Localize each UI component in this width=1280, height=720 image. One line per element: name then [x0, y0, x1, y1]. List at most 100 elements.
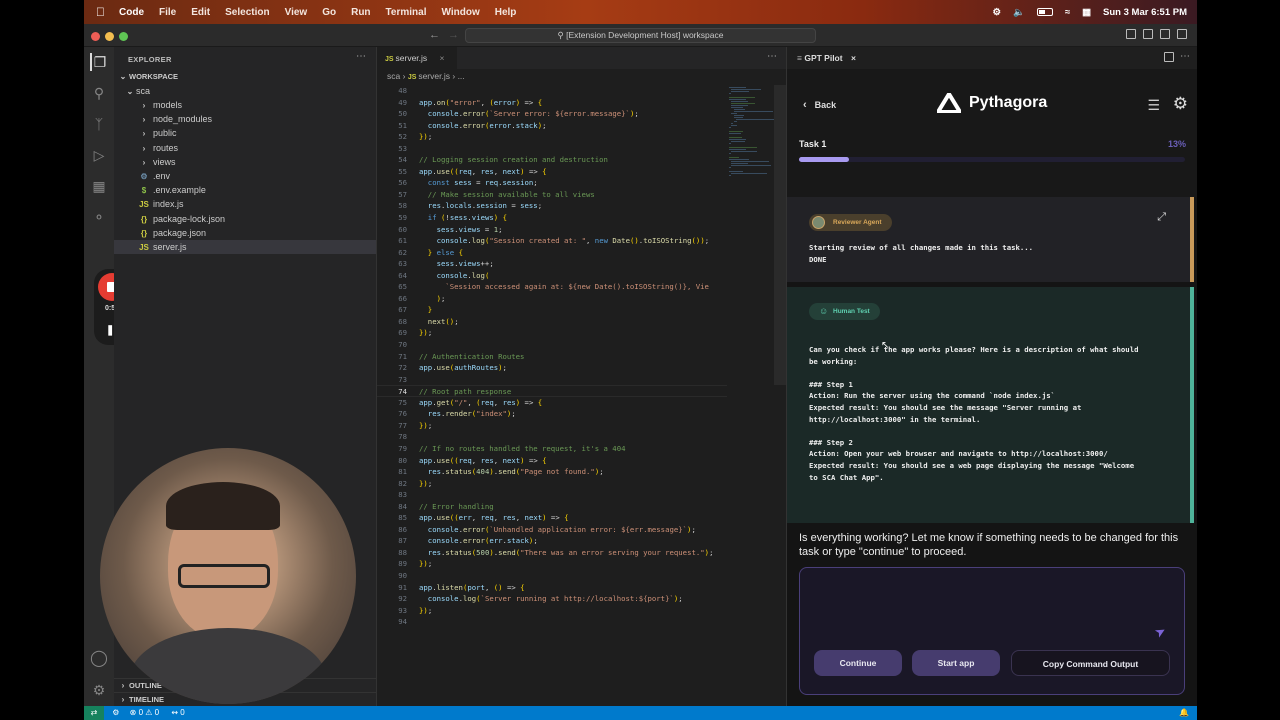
code-line[interactable]: 93}); [377, 605, 727, 617]
code-line[interactable]: 67 } [377, 304, 727, 316]
code-line[interactable]: 58 res.locals.session = sess; [377, 200, 727, 212]
code-line[interactable]: 81 res.status(404).send("Page not found.… [377, 466, 727, 478]
code-line[interactable]: 55 app.use((req, res, next) => { [377, 166, 727, 178]
code-line[interactable]: 86 console.error(`Unhandled application … [377, 524, 727, 536]
extension-host-icon[interactable]: ⚙ [112, 708, 119, 717]
apple-icon[interactable]:  [96, 5, 105, 19]
code-line[interactable]: 52}); [377, 131, 727, 143]
tab-server-js[interactable]: JS server.js × [377, 47, 457, 69]
toggle-panel-icon[interactable] [1143, 29, 1153, 39]
close-tab-icon[interactable]: × [440, 53, 445, 63]
command-center[interactable]: ⚲ [Extension Development Host] workspace [465, 28, 816, 43]
code-line[interactable]: 88 res.status(500).send("There was an er… [377, 547, 727, 559]
code-line[interactable]: 92 console.log(`Server running at http:/… [377, 593, 727, 605]
tree-folder-views[interactable]: › views [114, 155, 376, 169]
tab-gpt-pilot[interactable]: ≡ GPT Pilot × [797, 47, 856, 69]
split-editor-icon[interactable] [1164, 52, 1174, 62]
run-debug-icon[interactable]: ▷ [90, 146, 108, 164]
code-line[interactable]: 49 app.on("error", (error) => { [377, 97, 727, 109]
copy-command-output-button[interactable]: Copy Command Output [1011, 650, 1170, 676]
code-line[interactable]: 63 sess.views++; [377, 258, 727, 270]
tree-file-index-js[interactable]: JS index.js [114, 197, 376, 211]
code-line[interactable]: 66 ); [377, 293, 727, 305]
code-line[interactable]: 70 [377, 339, 727, 351]
code-line[interactable]: 87 console.error(err.stack); [377, 535, 727, 547]
menu-app-name[interactable]: Code [119, 7, 144, 18]
menu-file[interactable]: File [159, 7, 176, 18]
ports-indicator[interactable]: ↭ 0 [171, 708, 184, 717]
breadcrumb-file[interactable]: server.js [418, 71, 450, 81]
expand-icon[interactable]: ⤢ [1157, 211, 1166, 224]
manage-gear-icon[interactable]: ⚙ [90, 681, 108, 699]
code-line[interactable]: 80 app.use((req, res, next) => { [377, 455, 727, 467]
control-center-icon[interactable]: ▦ [1082, 7, 1091, 18]
back-button[interactable]: ‹ Back [803, 99, 836, 111]
toggle-secondary-sidebar-icon[interactable] [1160, 29, 1170, 39]
code-line[interactable]: 90 [377, 570, 727, 582]
code-line[interactable]: 75 app.get("/", (req, res) => { [377, 397, 727, 409]
tree-folder-routes[interactable]: › routes [114, 141, 376, 155]
menu-selection[interactable]: Selection [225, 7, 269, 18]
code-line[interactable]: 85 app.use((err, req, res, next) => { [377, 512, 727, 524]
code-line[interactable]: 68 next(); [377, 316, 727, 328]
code-line[interactable]: 56 const sess = req.session; [377, 177, 727, 189]
response-input[interactable] [808, 576, 1148, 636]
code-line[interactable]: 53 [377, 143, 727, 155]
code-line[interactable]: 73 [377, 374, 727, 386]
task-list-icon[interactable]: ☰ [1147, 97, 1160, 114]
code-line[interactable]: 79 // If no routes handled the request, i… [377, 443, 727, 455]
workspace-section[interactable]: ⌄ WORKSPACE [114, 70, 376, 84]
code-line[interactable]: 77}); [377, 420, 727, 432]
code-line[interactable]: 50 console.error(`Server error: ${error.… [377, 108, 727, 120]
back-arrow-icon[interactable]: ← [429, 29, 448, 41]
tree-folder-models[interactable]: › models [114, 98, 376, 112]
code-line[interactable]: 51 console.error(error.stack); [377, 120, 727, 132]
close-tab-icon[interactable]: × [851, 53, 856, 63]
code-line[interactable]: 62 } else { [377, 247, 727, 259]
code-line[interactable]: 54 // Logging session creation and destru… [377, 154, 727, 166]
code-line[interactable]: 64 console.log( [377, 270, 727, 282]
menu-window[interactable]: Window [441, 7, 479, 18]
code-line[interactable]: 65 `Session accessed again at: ${new Dat… [377, 281, 727, 293]
code-line[interactable]: 72 app.use(authRoutes); [377, 362, 727, 374]
customize-layout-icon[interactable] [1177, 29, 1187, 39]
menu-help[interactable]: Help [495, 7, 517, 18]
code-line[interactable]: 57 // Make session available to all view… [377, 189, 727, 201]
minimize-window-button[interactable] [105, 32, 114, 41]
continue-button[interactable]: Continue [814, 650, 902, 676]
code-line[interactable]: 82}); [377, 478, 727, 490]
tree-folder-node-modules[interactable]: › node_modules [114, 112, 376, 126]
maximize-window-button[interactable] [119, 32, 128, 41]
send-icon[interactable]: ➤ [1152, 622, 1169, 641]
tree-file-env[interactable]: ⚙ .env [114, 169, 376, 183]
explorer-icon[interactable]: ❐ [90, 53, 108, 71]
menu-run[interactable]: Run [351, 7, 370, 18]
breadcrumb-folder[interactable]: sca [387, 71, 400, 81]
code-line[interactable]: 91 app.listen(port, () => { [377, 582, 727, 594]
account-icon[interactable]: ◯ [90, 650, 108, 668]
more-actions-icon[interactable]: ⋯ [356, 51, 366, 62]
code-line[interactable]: 78 [377, 431, 727, 443]
tree-file-package-lock-json[interactable]: {} package-lock.json [114, 212, 376, 226]
code-line[interactable]: 71 // Authentication Routes [377, 351, 727, 363]
menu-edit[interactable]: Edit [191, 7, 210, 18]
tree-folder-sca[interactable]: ⌄ sca [114, 84, 376, 98]
start-app-button[interactable]: Start app [912, 650, 1000, 676]
breadcrumb-symbol[interactable]: ... [458, 71, 465, 81]
code-line[interactable]: 59 if (!sess.views) { [377, 212, 727, 224]
problems-indicator[interactable]: ⊗ 0 ⚠ 0 [130, 708, 159, 717]
code-line[interactable]: 60 sess.views = 1; [377, 224, 727, 236]
tree-folder-public[interactable]: › public [114, 126, 376, 140]
volume-icon[interactable]: 🔈 [1013, 7, 1025, 18]
code-line[interactable]: 94 [377, 616, 727, 628]
gear-icon[interactable]: ⚙ [992, 7, 1001, 18]
code-line[interactable]: 61 console.log("Session created at: ", n… [377, 235, 727, 247]
menu-go[interactable]: Go [322, 7, 336, 18]
minimap[interactable] [729, 85, 776, 176]
source-control-icon[interactable]: ᛉ [90, 115, 108, 133]
code-line[interactable]: 69}); [377, 327, 727, 339]
battery-icon[interactable] [1036, 8, 1053, 16]
code-line[interactable]: 76 res.render("index"); [377, 408, 727, 420]
menu-view[interactable]: View [285, 7, 308, 18]
code-line[interactable]: 48 [377, 85, 727, 97]
